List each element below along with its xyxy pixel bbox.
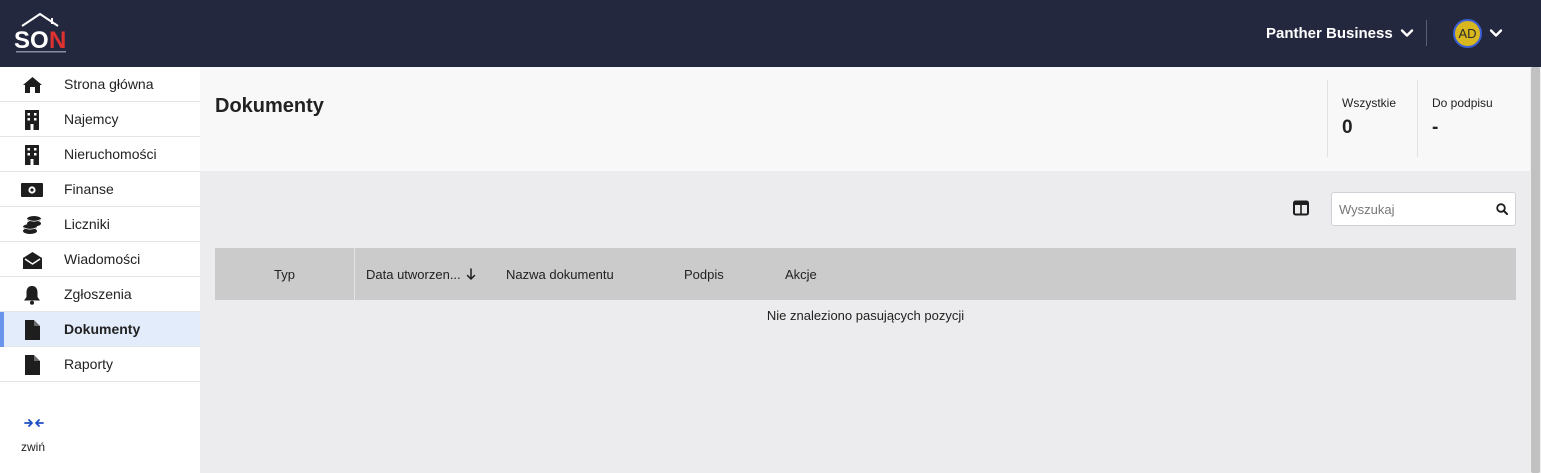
column-header-podpis[interactable]: Podpis	[684, 248, 724, 300]
file-icon	[21, 320, 43, 340]
collapse-sidebar-button[interactable]: zwiń	[21, 440, 45, 454]
sidebar-item-zgloszenia[interactable]: Zgłoszenia	[0, 277, 200, 312]
sidebar-item-label: Nieruchomości	[64, 146, 157, 162]
stat-label: Wszystkie	[1342, 96, 1396, 110]
page-title: Dokumenty	[215, 95, 324, 117]
scrollbar-thumb[interactable]	[1531, 67, 1540, 473]
son-logo[interactable]: SO N	[12, 10, 72, 56]
user-avatar[interactable]: AD	[1453, 19, 1482, 48]
file-icon	[21, 355, 43, 375]
column-header-nazwa-dokumentu[interactable]: Nazwa dokumentu	[506, 248, 614, 300]
sidebar-item-raporty[interactable]: Raporty	[0, 347, 200, 382]
money-icon	[21, 180, 43, 200]
column-label: Data utworzen...	[366, 266, 461, 282]
building-icon	[21, 110, 43, 130]
home-icon	[21, 75, 43, 95]
sort-down-icon	[466, 268, 475, 280]
stat-value: 0	[1342, 117, 1353, 138]
column-label: Podpis	[684, 266, 724, 282]
stat-wszystkie: Wszystkie 0	[1327, 80, 1417, 157]
chevron-down-icon	[1400, 29, 1413, 37]
company-switcher[interactable]: Panther Business	[1266, 23, 1414, 43]
sidebar-item-finanse[interactable]: Finanse	[0, 172, 200, 207]
chevron-down-icon[interactable]	[1489, 26, 1503, 40]
sidebar: Strona główna Najemcy Nieruchomości Fina…	[0, 67, 200, 473]
collapse-arrows-icon[interactable]	[24, 417, 44, 429]
sidebar-item-label: Wiadomości	[64, 251, 141, 267]
sidebar-item-label: Liczniki	[64, 216, 110, 232]
company-name: Panther Business	[1266, 24, 1393, 42]
coins-icon	[21, 215, 43, 235]
page-scrollbar[interactable]	[1530, 67, 1541, 473]
column-divider[interactable]	[354, 248, 355, 300]
search-input[interactable]	[1332, 193, 1492, 225]
sidebar-item-label: Finanse	[64, 181, 114, 197]
column-label: Nazwa dokumentu	[506, 266, 614, 282]
sidebar-item-nieruchomosci[interactable]: Nieruchomości	[0, 137, 200, 172]
empty-table-message: Nie znaleziono pasujących pozycji	[766, 308, 965, 323]
stat-label: Do podpisu	[1432, 96, 1493, 110]
svg-text:N: N	[49, 27, 66, 54]
sidebar-item-dokumenty[interactable]: Dokumenty	[0, 312, 200, 347]
header-divider	[1426, 20, 1427, 46]
columns-toggle-icon[interactable]	[1293, 200, 1309, 216]
sidebar-item-label: Strona główna	[64, 76, 154, 92]
column-header-akcje[interactable]: Akcje	[785, 248, 817, 300]
sidebar-item-wiadomosci[interactable]: Wiadomości	[0, 242, 200, 277]
column-label: Typ	[274, 266, 295, 282]
search-icon[interactable]	[1496, 203, 1508, 215]
svg-text:SO: SO	[14, 27, 49, 54]
column-header-data-utworzenia[interactable]: Data utworzen...	[366, 248, 476, 300]
column-label: Akcje	[785, 266, 817, 282]
stat-value: -	[1432, 117, 1439, 138]
sidebar-item-label: Najemcy	[64, 111, 119, 127]
stat-do-podpisu: Do podpisu -	[1417, 80, 1517, 157]
page-header: Dokumenty Wszystkie 0 Do podpisu -	[200, 67, 1530, 171]
sidebar-item-najemcy[interactable]: Najemcy	[0, 102, 200, 137]
building-icon	[21, 145, 43, 165]
sidebar-item-liczniki[interactable]: Liczniki	[0, 207, 200, 242]
column-header-typ[interactable]: Typ	[274, 248, 295, 300]
sidebar-item-label: Zgłoszenia	[64, 286, 132, 302]
sidebar-item-label: Raporty	[64, 356, 114, 372]
search-box	[1331, 192, 1516, 226]
table-header: Typ Data utworzen... Nazwa dokumentu Pod…	[215, 248, 1516, 300]
sidebar-item-strona-glowna[interactable]: Strona główna	[0, 67, 200, 102]
envelope-open-icon	[21, 250, 43, 270]
sidebar-item-label: Dokumenty	[64, 321, 141, 337]
bell-icon	[21, 285, 43, 305]
top-bar: SO N Panther Business AD	[0, 0, 1541, 67]
